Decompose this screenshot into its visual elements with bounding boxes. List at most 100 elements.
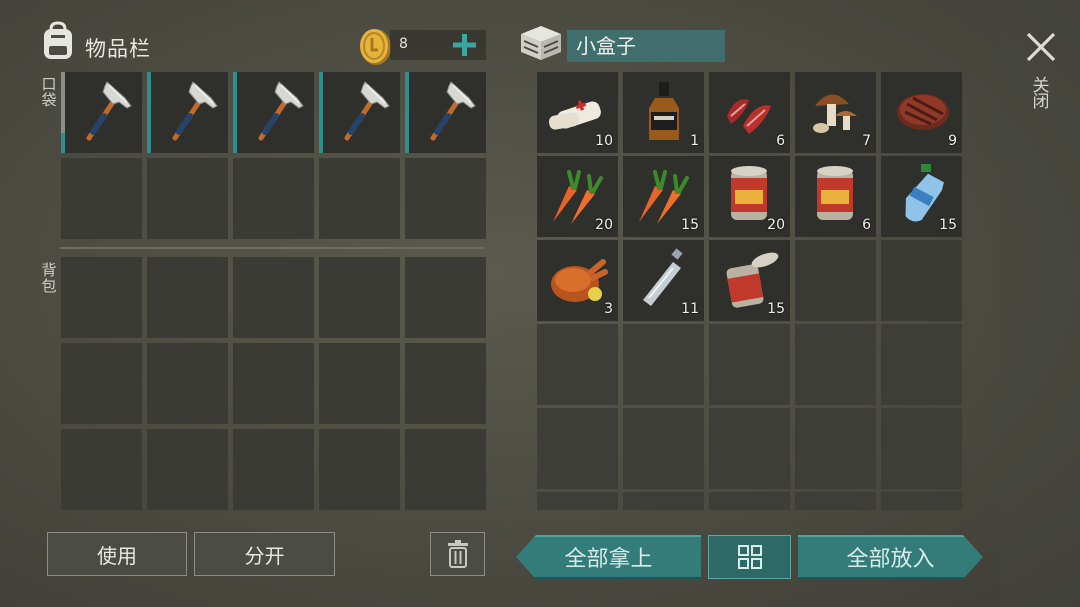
durability-bar xyxy=(233,72,237,153)
container-slot[interactable] xyxy=(795,492,876,510)
roast-chicken-icon xyxy=(551,259,608,302)
durability-bar xyxy=(405,72,409,153)
pocket-slot[interactable] xyxy=(147,72,228,153)
durability-fill xyxy=(233,72,237,153)
backpack-slot[interactable] xyxy=(61,429,142,510)
pocket-slot[interactable] xyxy=(233,72,314,153)
container-grid: 10 1 6 7 9 20 15 20 6 15 3 11 15 xyxy=(537,72,962,510)
item-count: 1 xyxy=(690,133,699,149)
item-count: 3 xyxy=(604,301,613,317)
inventory-title: 物品栏 xyxy=(85,37,151,61)
container-slot[interactable]: 6 xyxy=(709,72,790,153)
container-slot[interactable]: 11 xyxy=(623,240,704,321)
container-slot[interactable]: 7 xyxy=(795,72,876,153)
container-slot[interactable] xyxy=(537,492,618,510)
put-all-button[interactable]: 全部放入 xyxy=(798,535,983,579)
pocket-slot[interactable] xyxy=(61,72,142,153)
container-slot[interactable] xyxy=(881,492,962,510)
item-count: 9 xyxy=(948,133,957,149)
mushroom-icon xyxy=(813,94,857,133)
container-slot[interactable] xyxy=(881,324,962,405)
container-slot[interactable]: 15 xyxy=(881,156,962,237)
item-count: 6 xyxy=(862,217,871,233)
item-count: 11 xyxy=(681,301,699,317)
backpack-slot[interactable] xyxy=(233,343,314,424)
hatchet-icon xyxy=(325,76,395,144)
whiskey-icon xyxy=(649,82,679,140)
backpack-slot[interactable] xyxy=(61,343,142,424)
pocket-slot[interactable] xyxy=(147,158,228,239)
grid-sort-icon xyxy=(737,545,762,569)
container-slot[interactable] xyxy=(795,408,876,489)
container-slot[interactable]: 20 xyxy=(709,156,790,237)
container-slot[interactable] xyxy=(709,492,790,510)
backpack-label: 背包 xyxy=(41,261,57,295)
container-slot[interactable] xyxy=(623,324,704,405)
canned-food-icon xyxy=(817,166,853,220)
durability-bar xyxy=(61,72,65,153)
backpack-icon xyxy=(44,21,72,59)
trash-button[interactable] xyxy=(430,532,485,576)
take-all-button[interactable]: 全部拿上 xyxy=(516,535,701,579)
container-slot[interactable] xyxy=(537,324,618,405)
backpack-slot[interactable] xyxy=(319,429,400,510)
container-slot[interactable] xyxy=(623,492,704,510)
split-button[interactable]: 分开 xyxy=(194,532,335,576)
container-name-field[interactable]: 小盒子 xyxy=(567,30,725,62)
backpack-slot[interactable] xyxy=(233,429,314,510)
close-label[interactable]: 关闭 xyxy=(1032,78,1050,111)
close-icon[interactable] xyxy=(1024,30,1058,64)
pocket-slot[interactable] xyxy=(319,158,400,239)
durability-fill xyxy=(61,132,65,153)
trash-icon xyxy=(447,540,468,568)
pocket-label: 口袋 xyxy=(41,75,57,109)
backpack-slot[interactable] xyxy=(61,257,142,338)
durability-fill xyxy=(147,72,151,153)
backpack-slot[interactable] xyxy=(319,343,400,424)
item-count: 15 xyxy=(681,217,699,233)
pocket-slot[interactable] xyxy=(405,158,486,239)
container-slot[interactable]: 6 xyxy=(795,156,876,237)
backpack-slot[interactable] xyxy=(147,257,228,338)
container-slot[interactable]: 15 xyxy=(709,240,790,321)
container-slot[interactable] xyxy=(795,324,876,405)
container-slot[interactable]: 10 xyxy=(537,72,618,153)
backpack-slot[interactable] xyxy=(405,343,486,424)
durability-fill xyxy=(319,72,323,153)
container-slot[interactable] xyxy=(795,240,876,321)
pocket-slot[interactable] xyxy=(233,158,314,239)
backpack-slot[interactable] xyxy=(233,257,314,338)
container-slot[interactable]: 15 xyxy=(623,156,704,237)
backpack-slot[interactable] xyxy=(405,257,486,338)
pocket-slot[interactable] xyxy=(405,72,486,153)
container-slot[interactable] xyxy=(881,408,962,489)
container-slot[interactable] xyxy=(537,408,618,489)
hatchet-icon xyxy=(239,76,309,144)
backpack-slot[interactable] xyxy=(405,429,486,510)
backpack-slot[interactable] xyxy=(147,343,228,424)
hatchet-icon xyxy=(153,76,223,144)
use-button[interactable]: 使用 xyxy=(47,532,187,576)
container-slot[interactable] xyxy=(709,408,790,489)
container-slot[interactable]: 20 xyxy=(537,156,618,237)
backpack-slot[interactable] xyxy=(319,257,400,338)
container-slot[interactable]: 9 xyxy=(881,72,962,153)
sort-button[interactable] xyxy=(708,535,791,579)
container-slot[interactable] xyxy=(623,408,704,489)
steak-icon xyxy=(897,94,949,130)
hatchet-icon xyxy=(67,76,137,144)
hatchet-icon xyxy=(411,76,481,144)
item-count: 10 xyxy=(595,133,613,149)
durability-bar xyxy=(319,72,323,153)
pocket-slot[interactable] xyxy=(319,72,400,153)
container-slot[interactable]: 1 xyxy=(623,72,704,153)
durability-fill xyxy=(405,72,409,153)
pocket-slot[interactable] xyxy=(61,158,142,239)
container-slot[interactable] xyxy=(881,240,962,321)
container-slot[interactable]: 3 xyxy=(537,240,618,321)
add-coins-icon[interactable] xyxy=(451,28,479,62)
item-count: 15 xyxy=(939,217,957,233)
backpack-slot[interactable] xyxy=(147,429,228,510)
container-slot[interactable] xyxy=(709,324,790,405)
item-count: 7 xyxy=(862,133,871,149)
